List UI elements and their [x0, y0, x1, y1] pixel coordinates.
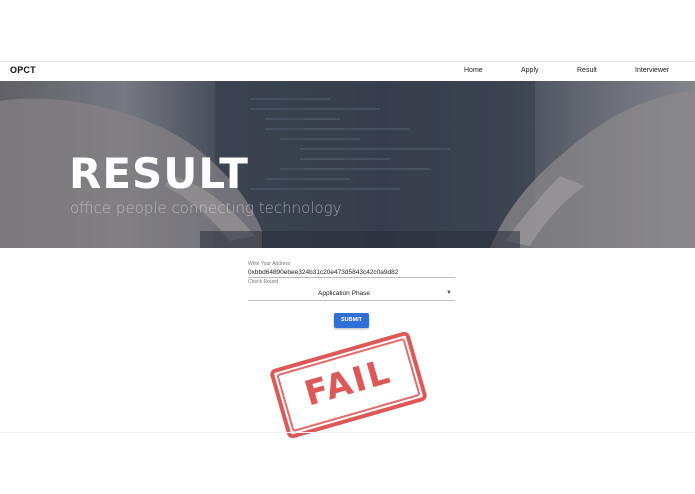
hero-banner: RESULT office people connecting technolo…: [0, 81, 695, 248]
navbar: OPCT Home Apply Result Interviewer: [0, 61, 695, 81]
top-whitespace: [0, 0, 695, 61]
caret-down-icon: ▼: [446, 290, 452, 296]
hero-title: RESULT: [69, 149, 249, 198]
nav-link-apply[interactable]: Apply: [521, 67, 539, 74]
brand-logo[interactable]: OPCT: [10, 65, 36, 75]
round-select-value: Application Phase: [318, 290, 371, 297]
hero-subtitle: office people connecting technology: [70, 199, 342, 217]
result-form: Write Your Address 0xbbd64890ebee324b31c…: [248, 261, 455, 301]
fail-stamp: FAIL: [268, 330, 429, 440]
nav-link-interviewer[interactable]: Interviewer: [635, 67, 669, 74]
nav-link-result[interactable]: Result: [577, 67, 597, 74]
divider: [0, 432, 695, 433]
round-select[interactable]: Application Phase ▼: [248, 285, 455, 301]
address-input[interactable]: 0xbbd64890ebee324b31c20e473d5843c42c0a9d…: [248, 267, 455, 278]
nav-link-home[interactable]: Home: [464, 67, 483, 74]
submit-button[interactable]: SUBMIT: [334, 313, 369, 328]
